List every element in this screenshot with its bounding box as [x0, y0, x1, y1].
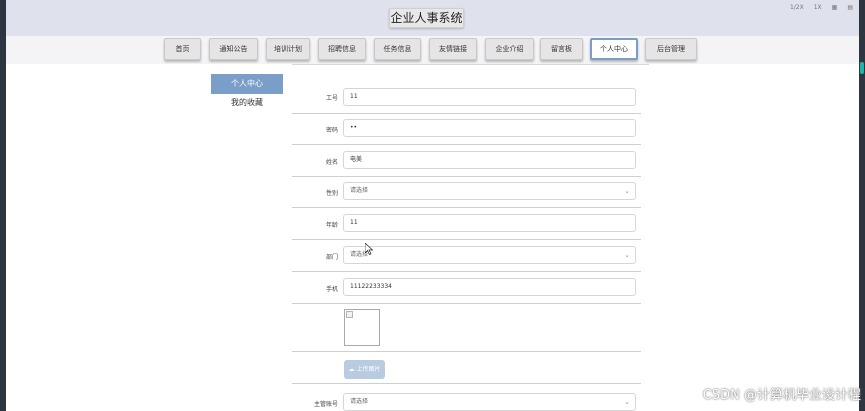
window-icon[interactable]: ▤	[847, 4, 853, 11]
supervisor-select-placeholder: 请选择	[350, 398, 369, 405]
chevron-down-icon: ⌄	[624, 187, 630, 195]
playback-speed-label[interactable]: 1X	[814, 4, 822, 11]
employee-id-label: 工号	[325, 95, 338, 102]
row-divider	[292, 113, 641, 114]
gender-select[interactable]: 请选择 ⌄	[343, 182, 636, 200]
playback-rate-label[interactable]: 1/2X	[790, 4, 804, 11]
row-divider	[292, 303, 641, 304]
gender-label: 性别	[325, 190, 338, 197]
age-input[interactable]: 11	[343, 214, 636, 232]
supervisor-account-select[interactable]: 请选择 ⌄	[343, 393, 636, 411]
broken-image-icon	[346, 311, 353, 318]
mouse-cursor-icon	[365, 243, 373, 255]
nav-home[interactable]: 首页	[164, 38, 201, 60]
nav-training[interactable]: 培训计划	[266, 38, 310, 60]
upload-image-label: 上传图片	[356, 366, 381, 373]
upload-image-button[interactable]: ☁ 上传图片	[344, 360, 385, 379]
window-controls: 1/2X 1X ▦ ▤	[790, 4, 853, 11]
nav-recruit[interactable]: 招聘信息	[318, 38, 366, 60]
row-divider	[292, 176, 641, 177]
row-divider	[292, 144, 641, 145]
name-label: 姓名	[325, 159, 338, 166]
chevron-down-icon: ⌄	[624, 398, 630, 406]
nav-company[interactable]: 企业介绍	[485, 38, 534, 60]
chevron-down-icon: ⌄	[624, 251, 630, 259]
scrollbar-thumb[interactable]	[860, 62, 864, 74]
phone-input[interactable]: 11122233334	[343, 278, 636, 296]
sidebar-item-favorites[interactable]: 我的收藏	[211, 93, 283, 113]
phone-label: 手机	[325, 286, 338, 293]
row-divider	[292, 239, 641, 240]
department-select[interactable]: 请选择 ⌄	[343, 246, 636, 264]
nav-profile[interactable]: 个人中心	[590, 38, 638, 60]
grid-icon[interactable]: ▦	[832, 4, 838, 11]
sidebar-item-profile[interactable]: 个人中心	[211, 74, 283, 94]
nav-links[interactable]: 友情链接	[429, 38, 477, 60]
row-divider	[292, 383, 641, 384]
row-divider	[292, 351, 641, 352]
department-label: 部门	[325, 254, 338, 261]
age-label: 年龄	[325, 222, 338, 229]
site-title: 企业人事系统	[389, 8, 464, 28]
nav-task[interactable]: 任务信息	[374, 38, 421, 60]
watermark-text: CSDN @计算机毕业设计程	[702, 388, 861, 403]
nav-notice[interactable]: 通知公告	[209, 38, 258, 60]
name-input[interactable]: 电美	[343, 151, 636, 169]
row-divider	[292, 271, 641, 272]
nav-admin[interactable]: 后台管理	[645, 38, 697, 60]
nav-message-board[interactable]: 留言板	[540, 38, 583, 60]
supervisor-account-label: 主管账号	[313, 401, 338, 408]
avatar-image-placeholder	[344, 309, 380, 346]
gender-select-placeholder: 请选择	[350, 187, 369, 194]
password-input[interactable]: ••	[343, 119, 636, 137]
row-divider	[292, 207, 641, 208]
upload-cloud-icon: ☁	[348, 366, 355, 373]
password-label: 密码	[325, 127, 338, 134]
employee-id-input[interactable]: 11	[343, 88, 636, 106]
content-divider	[292, 64, 649, 65]
